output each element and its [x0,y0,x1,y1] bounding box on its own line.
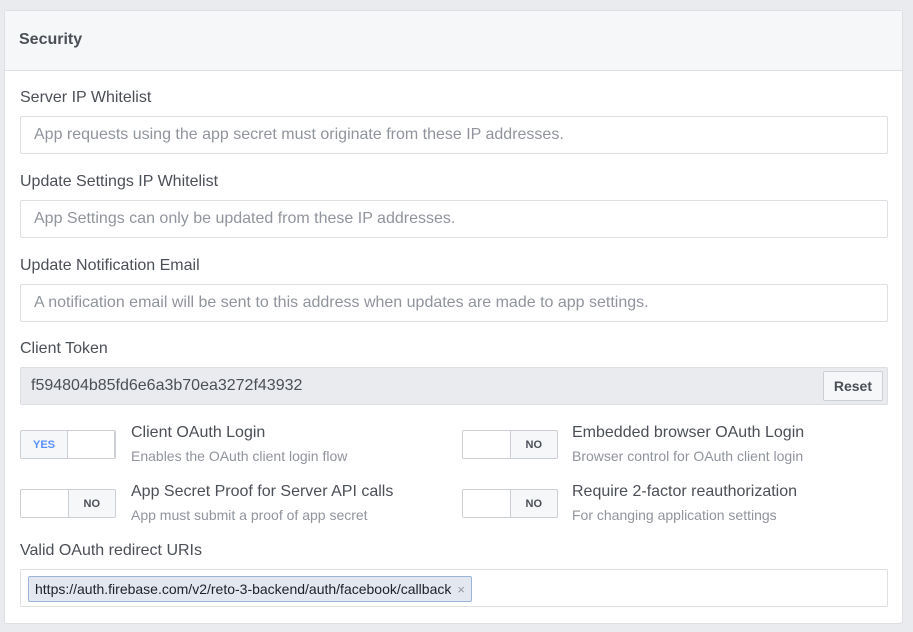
toggle-title: App Secret Proof for Server API calls [131,483,394,500]
toggle-state: NO [525,497,543,510]
toggle-state: NO [525,438,543,451]
client-oauth-toggle[interactable]: YES [20,430,116,459]
toggle-state: YES [32,438,55,451]
client-token-label: Client Token [20,340,108,357]
toggle-knob [67,431,115,458]
embedded-browser-toggle[interactable]: NO [462,430,558,459]
toggle-title: Require 2-factor reauthorization [572,483,798,500]
toggle-subtitle: App must submit a proof of app secret [131,507,368,523]
toggle-knob [463,490,511,517]
toggle-knob [463,431,511,458]
client-token-value: f594804b85fd6e6a3b70ea3272f43932 [31,377,303,394]
client-token-field: f594804b85fd6e6a3b70ea3272f43932 Reset [20,367,888,405]
notify-email-label: Update Notification Email [20,257,200,274]
redirect-uris-input[interactable]: https://auth.firebase.com/v2/reto-3-back… [20,569,888,607]
toggle-subtitle: Browser control for OAuth client login [572,448,804,464]
uri-tag: https://auth.firebase.com/v2/reto-3-back… [28,576,472,602]
toggle-title: Client OAuth Login [131,424,266,441]
redirect-uris-label: Valid OAuth redirect URIs [20,542,202,559]
settings-ip-input[interactable] [20,200,888,238]
server-ip-input[interactable] [20,116,888,154]
two-factor-toggle[interactable]: NO [462,489,558,518]
uri-tag-text: https://auth.firebase.com/v2/reto-3-back… [35,581,452,597]
toggle-subtitle: For changing application settings [572,507,777,523]
toggle-title: Embedded browser OAuth Login [572,424,805,441]
reset-button[interactable]: Reset [822,371,883,401]
notify-email-input[interactable] [20,284,888,322]
server-ip-label: Server IP Whitelist [20,89,152,106]
remove-tag-icon[interactable]: × [457,582,465,597]
toggle-knob [21,490,69,517]
section-title: Security [5,11,902,71]
settings-ip-label: Update Settings IP Whitelist [20,173,219,190]
security-panel: Security Server IP Whitelist Update Sett… [4,10,903,624]
toggle-subtitle: Enables the OAuth client login flow [131,448,348,464]
toggle-state: NO [83,497,101,510]
app-secret-proof-toggle[interactable]: NO [20,489,116,518]
